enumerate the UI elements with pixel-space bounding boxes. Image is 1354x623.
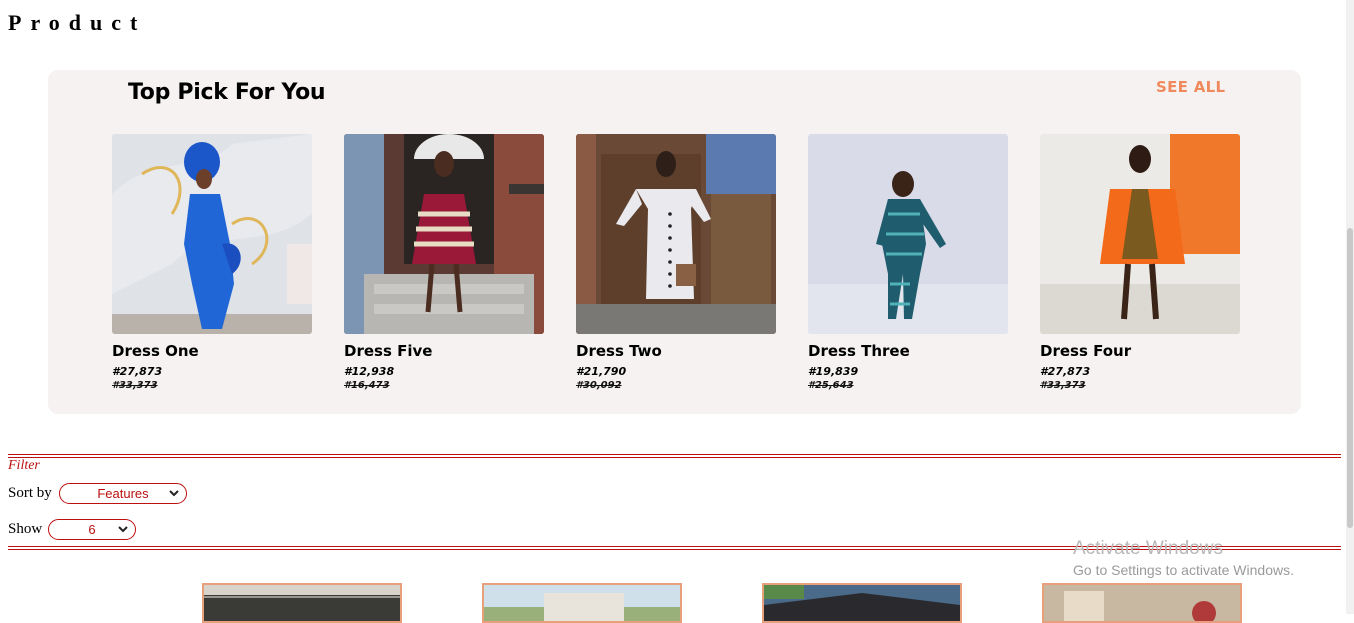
product-card-dress-one[interactable]: Dress One #27,873 #33,373 — [112, 134, 312, 391]
sort-by-value: Features — [97, 486, 149, 501]
page-title: Product — [8, 10, 147, 35]
filter-divider-top — [8, 454, 1341, 458]
product-image[interactable] — [1040, 134, 1240, 334]
product-image[interactable] — [808, 134, 1008, 334]
product-old-price: #25,643 — [808, 380, 854, 391]
product-grid-thumb[interactable] — [202, 583, 402, 623]
product-price: #27,873 — [1040, 365, 1091, 378]
product-price: #27,873 — [112, 365, 163, 378]
product-card-dress-two[interactable]: Dress Two #21,790 #30,092 — [576, 134, 776, 391]
show-label: Show — [8, 521, 43, 537]
product-old-price: #33,373 — [112, 380, 158, 391]
product-name[interactable]: Dress Five — [344, 342, 544, 360]
watermark-subtitle: Go to Settings to activate Windows. — [1073, 562, 1294, 578]
sort-by-label: Sort by — [8, 485, 52, 501]
product-name[interactable]: Dress Three — [808, 342, 1008, 360]
product-grid-thumb[interactable] — [482, 583, 682, 623]
see-all-link[interactable]: SEE ALL — [1156, 78, 1225, 96]
top-pick-section: Top Pick For You SEE ALL Dress One #27,8… — [48, 70, 1301, 414]
product-name[interactable]: Dress Two — [576, 342, 776, 360]
activate-windows-watermark: Activate Windows Go to Settings to activ… — [1073, 538, 1294, 578]
chevron-down-icon — [169, 490, 179, 497]
page-scrollbar[interactable] — [1346, 0, 1354, 614]
product-image[interactable] — [576, 134, 776, 334]
product-image[interactable] — [112, 134, 312, 334]
product-old-price: #33,373 — [1040, 380, 1086, 391]
show-count-select[interactable]: 6 — [48, 519, 136, 540]
product-price: #12,938 — [344, 365, 395, 378]
product-name[interactable]: Dress One — [112, 342, 312, 360]
watermark-title: Activate Windows — [1073, 538, 1223, 559]
filter-label: Filter — [8, 458, 40, 473]
product-price: #19,839 — [808, 365, 859, 378]
scrollbar-thumb[interactable] — [1347, 228, 1353, 528]
product-old-price: #30,092 — [576, 380, 622, 391]
product-name[interactable]: Dress Four — [1040, 342, 1240, 360]
product-price: #21,790 — [576, 365, 627, 378]
product-card-dress-three[interactable]: Dress Three #19,839 #25,643 — [808, 134, 1008, 391]
product-card-dress-four[interactable]: Dress Four #27,873 #33,373 — [1040, 134, 1240, 391]
show-count-value: 6 — [88, 522, 96, 537]
product-grid-thumb[interactable] — [762, 583, 962, 623]
top-pick-title: Top Pick For You — [128, 80, 326, 105]
product-image[interactable] — [344, 134, 544, 334]
product-old-price: #16,473 — [344, 380, 390, 391]
product-grid-thumb[interactable] — [1042, 583, 1242, 623]
product-card-dress-five[interactable]: Dress Five #12,938 #16,473 — [344, 134, 544, 391]
chevron-down-icon — [118, 526, 128, 533]
sort-by-select[interactable]: Features — [59, 483, 187, 504]
